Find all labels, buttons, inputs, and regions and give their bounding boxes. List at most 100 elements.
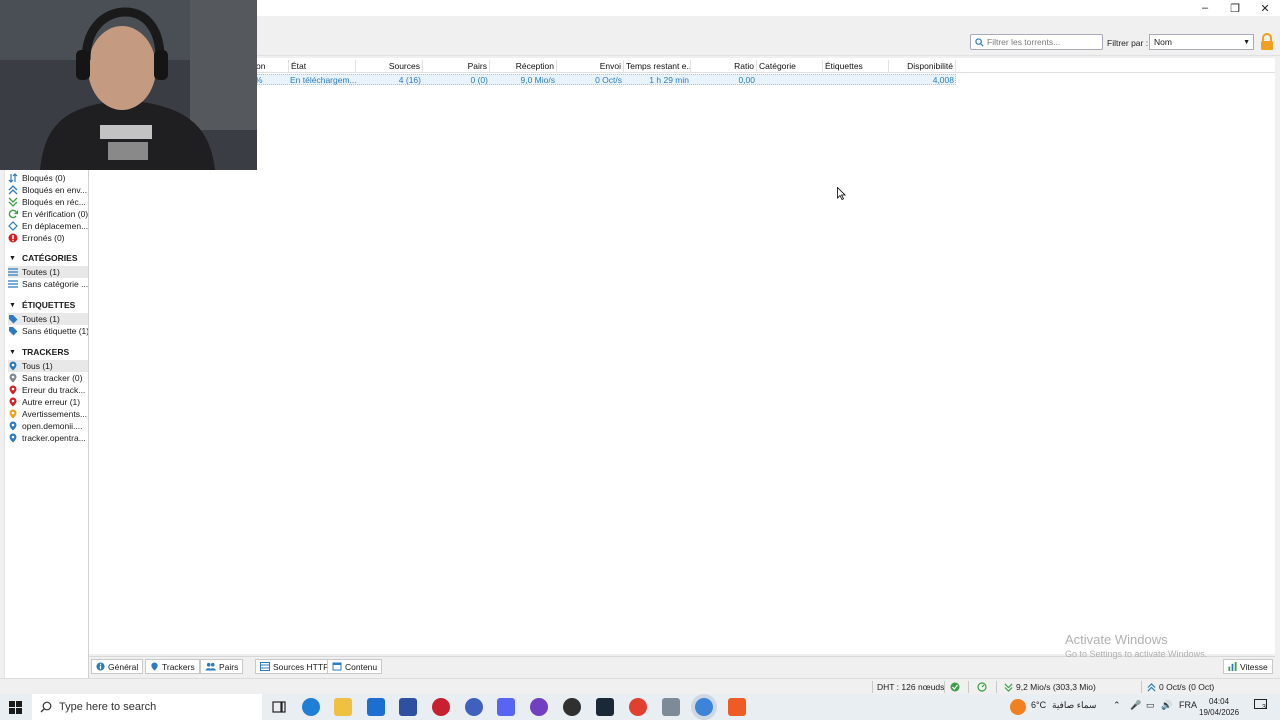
separator bbox=[968, 681, 969, 693]
notification-count-badge: 3 bbox=[1262, 704, 1266, 711]
tab-peers[interactable]: Pairs bbox=[200, 659, 244, 674]
brave-icon[interactable] bbox=[728, 698, 746, 716]
table-row[interactable]: % En téléchargem... 4 (16) 0 (0) 9,0 Mio… bbox=[254, 74, 956, 85]
tab-http-sources[interactable]: Sources HTTP bbox=[255, 659, 334, 674]
search-input[interactable] bbox=[987, 37, 1097, 47]
cell-peers: 0 (0) bbox=[470, 75, 488, 85]
sidebar-item-other-error[interactable]: Autre erreur (1) bbox=[8, 396, 88, 408]
column-peers[interactable]: Pairs bbox=[423, 60, 490, 73]
taskbar-search-field[interactable]: Type here to search bbox=[32, 694, 262, 720]
weather-text[interactable]: سماء صافية bbox=[1052, 700, 1096, 711]
column-category[interactable]: Catégorie bbox=[757, 60, 823, 73]
column-eta[interactable]: Temps restant e... bbox=[624, 60, 691, 73]
refresh-icon bbox=[8, 209, 18, 219]
mouse-cursor-icon bbox=[837, 187, 846, 200]
location-pin-icon bbox=[8, 433, 18, 443]
qbittorrent-icon[interactable] bbox=[695, 698, 713, 716]
column-sources[interactable]: Sources bbox=[356, 60, 423, 73]
chevron-down-icon: ▼ bbox=[1243, 38, 1250, 46]
download-speed-status[interactable]: 9,2 Mio/s (303,3 Mio) bbox=[1004, 682, 1096, 692]
language-indicator[interactable]: FRA bbox=[1179, 700, 1197, 710]
sidebar-item-trackerless[interactable]: Sans tracker (0) bbox=[8, 372, 88, 384]
tray-chevron-up-icon[interactable]: ⌃ bbox=[1113, 700, 1121, 711]
cell-download: 9,0 Mio/s bbox=[520, 75, 556, 85]
filter-by-select[interactable]: Nom ▼ bbox=[1149, 34, 1254, 50]
steam-icon[interactable] bbox=[596, 698, 614, 716]
column-state[interactable]: État bbox=[289, 60, 356, 73]
sidebar-item-tracker-demonii[interactable]: open.demonii.... bbox=[8, 420, 88, 432]
info-icon bbox=[96, 662, 105, 671]
column-tags[interactable]: Étiquettes bbox=[823, 60, 889, 73]
minimize-button[interactable]: – bbox=[1190, 0, 1220, 16]
file-explorer-icon[interactable] bbox=[334, 698, 352, 716]
sidebar-item-checking[interactable]: En vérification (0) bbox=[8, 208, 88, 220]
download-icon bbox=[1004, 682, 1013, 692]
connection-ok-icon[interactable] bbox=[950, 682, 960, 692]
cell-sources: 4 (16) bbox=[398, 75, 421, 85]
restore-button[interactable]: ❐ bbox=[1220, 0, 1250, 16]
sidebar-item-tracker-error[interactable]: Erreur du track... bbox=[8, 384, 88, 396]
network-icon[interactable]: ▭ bbox=[1146, 700, 1155, 711]
tab-content[interactable]: Contenu bbox=[327, 659, 383, 674]
sidebar-item-uncategorized[interactable]: Sans catégorie ... bbox=[8, 278, 88, 290]
app-red-icon[interactable] bbox=[432, 698, 450, 716]
categories-header[interactable]: ▼ CATÉGORIES bbox=[9, 253, 78, 263]
sidebar-item-untagged[interactable]: Sans étiquette (1) bbox=[8, 325, 88, 337]
edge-browser-icon[interactable] bbox=[302, 698, 320, 716]
sidebar-item-tag-all[interactable]: Toutes (1) bbox=[8, 313, 88, 325]
taskbar-clock[interactable]: 04:04 19/04/2026 bbox=[1199, 696, 1239, 718]
location-pin-icon bbox=[8, 421, 18, 431]
webcam-overlay bbox=[0, 0, 257, 170]
app-blue-icon[interactable] bbox=[465, 698, 483, 716]
task-view-icon[interactable] bbox=[270, 698, 288, 716]
chrome-icon[interactable] bbox=[629, 698, 647, 716]
store-icon[interactable] bbox=[399, 698, 417, 716]
download-icon bbox=[8, 197, 18, 207]
tab-trackers[interactable]: Trackers bbox=[145, 659, 200, 674]
alt-speed-icon[interactable] bbox=[977, 682, 987, 692]
sidebar-item-stalled-download[interactable]: Bloqués en réc... bbox=[8, 196, 88, 208]
properties-tabs: Général Trackers Pairs Sources HTTP Cont… bbox=[89, 656, 1275, 676]
volume-icon[interactable]: 🔊 bbox=[1161, 700, 1172, 711]
windows-start-icon[interactable] bbox=[9, 701, 22, 714]
torrent-filter-field[interactable] bbox=[970, 34, 1103, 50]
taskbar: Type here to search 6°C سماء صافية ⌃ 🎤 ▭… bbox=[0, 694, 1280, 720]
torrent-list: on État Sources Pairs Réception Envoi Te… bbox=[89, 58, 1275, 654]
window-controls: – ❐ ✕ bbox=[1190, 0, 1280, 16]
sidebar-item-moving[interactable]: En déplacemen... bbox=[8, 220, 88, 232]
list-icon bbox=[8, 279, 18, 289]
tab-general[interactable]: Général bbox=[91, 659, 144, 674]
close-button[interactable]: ✕ bbox=[1250, 0, 1280, 16]
folder-icon bbox=[332, 662, 342, 671]
github-icon[interactable] bbox=[563, 698, 581, 716]
sidebar-item-stalled[interactable]: Bloqués (0) bbox=[8, 172, 88, 184]
trackers-header[interactable]: ▼ TRACKERS bbox=[9, 347, 69, 357]
sidebar-item-tracker-all[interactable]: Tous (1) bbox=[8, 360, 88, 372]
mail-icon[interactable] bbox=[367, 698, 385, 716]
app-gray-icon[interactable] bbox=[662, 698, 680, 716]
weather-icon[interactable] bbox=[1010, 699, 1026, 715]
sidebar-item-stalled-upload[interactable]: Bloqués en env... bbox=[8, 184, 88, 196]
microphone-icon[interactable]: 🎤 bbox=[1130, 700, 1141, 711]
column-availability[interactable]: Disponibilité bbox=[889, 60, 956, 73]
search-icon bbox=[40, 701, 52, 713]
column-download[interactable]: Réception bbox=[490, 60, 557, 73]
speed-button[interactable]: Vitesse bbox=[1223, 659, 1273, 674]
sidebar-item-category-all[interactable]: Toutes (1) bbox=[8, 266, 88, 278]
cell-availability: 4,008 bbox=[932, 75, 954, 85]
column-progress[interactable]: on bbox=[254, 60, 289, 73]
location-pin-icon bbox=[8, 397, 18, 407]
tags-header[interactable]: ▼ ÉTIQUETTES bbox=[9, 300, 75, 310]
sidebar-item-tracker-opentracker[interactable]: tracker.opentra... bbox=[8, 432, 88, 444]
sidebar-item-warnings[interactable]: Avertissements... bbox=[8, 408, 88, 420]
column-upload[interactable]: Envoi bbox=[557, 60, 624, 73]
collapse-icon: ▼ bbox=[9, 348, 16, 356]
column-ratio[interactable]: Ratio bbox=[691, 60, 757, 73]
separator bbox=[944, 681, 945, 693]
discord-icon[interactable] bbox=[497, 698, 515, 716]
sidebar-item-errored[interactable]: Erronés (0) bbox=[8, 232, 88, 244]
lock-icon[interactable] bbox=[1259, 33, 1275, 51]
app-purple-icon[interactable] bbox=[530, 698, 548, 716]
weather-temp[interactable]: 6°C bbox=[1031, 700, 1046, 710]
upload-speed-status[interactable]: 0 Oct/s (0 Oct) bbox=[1147, 682, 1214, 692]
